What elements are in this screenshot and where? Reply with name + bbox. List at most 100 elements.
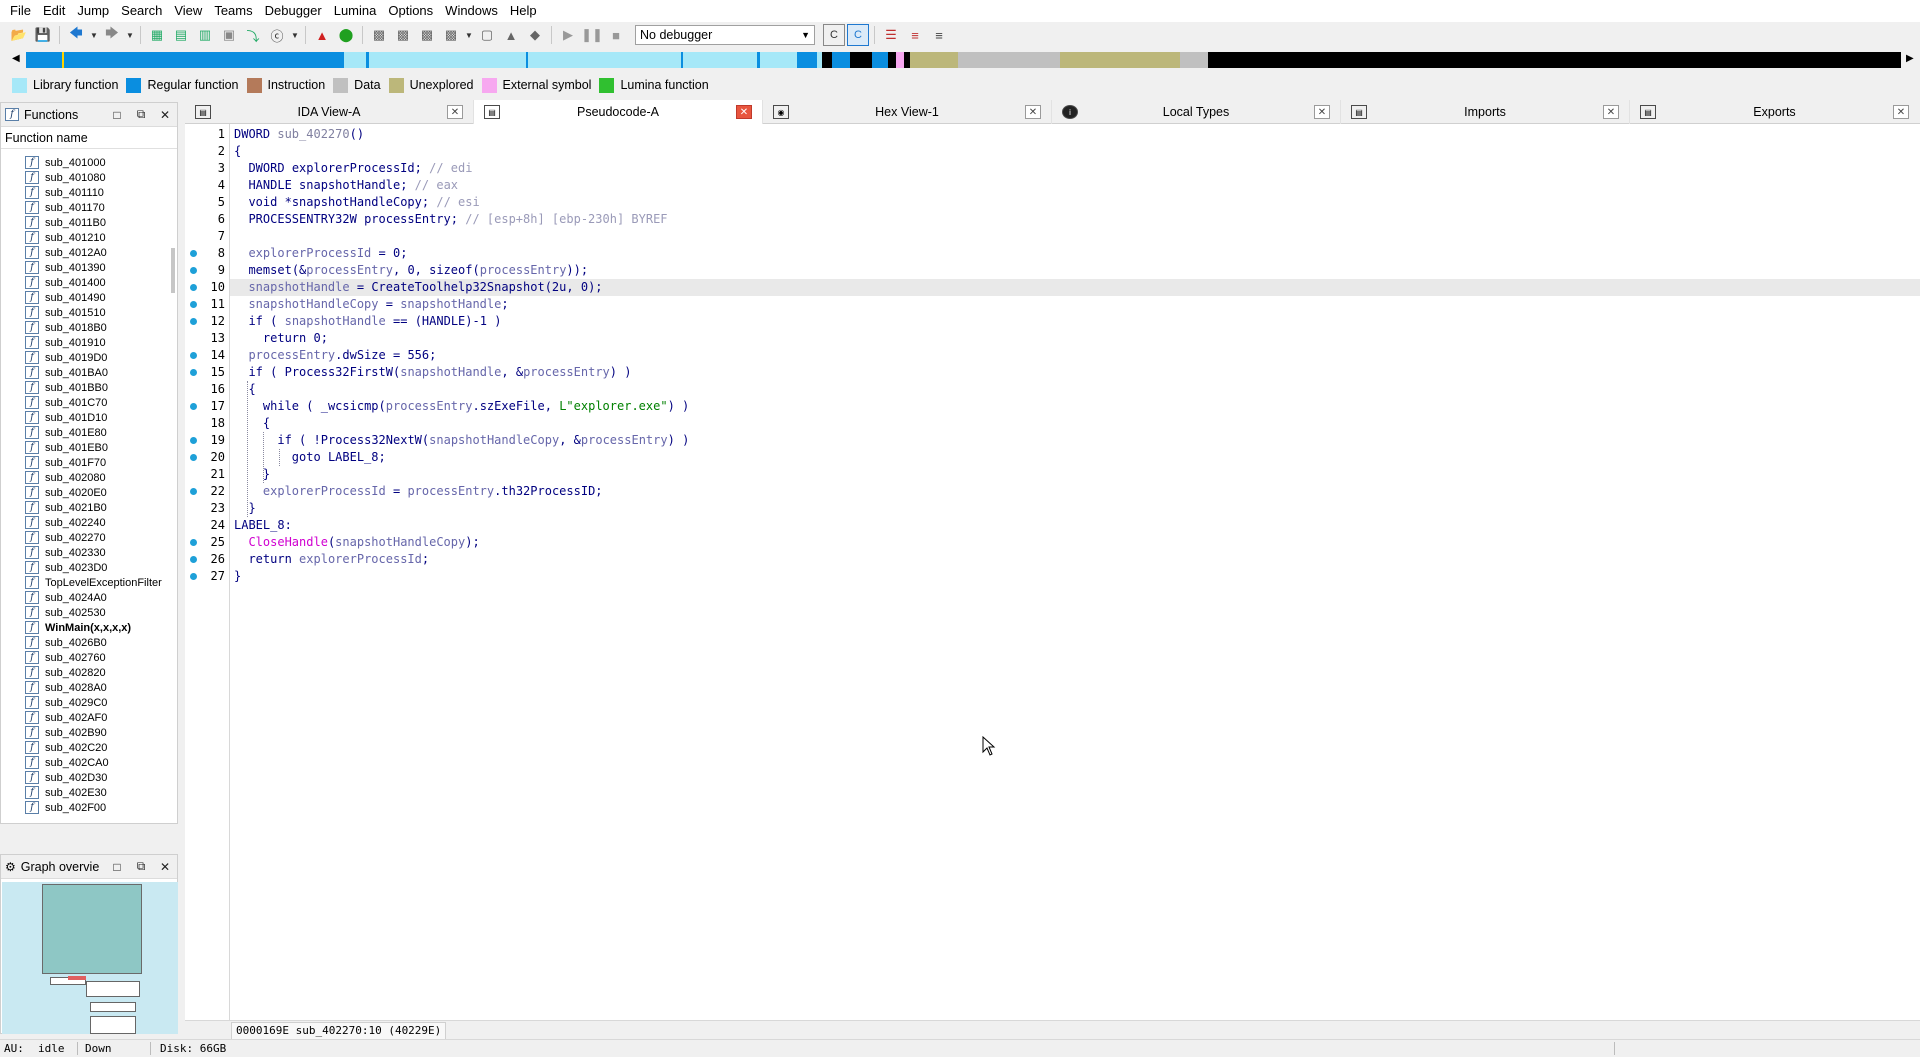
pause-icon[interactable]: ❚❚ bbox=[581, 24, 603, 46]
breakpoint-dot-icon[interactable] bbox=[190, 488, 197, 495]
code-line[interactable]: if ( !Process32NextW(snapshotHandleCopy,… bbox=[230, 432, 1920, 449]
tab-ida-view[interactable]: ▤ IDA View-A ✕ bbox=[185, 100, 474, 124]
open-icon[interactable]: 📂 bbox=[8, 24, 30, 46]
function-list-item[interactable]: f sub_401210 bbox=[1, 230, 177, 245]
close-icon[interactable]: ✕ bbox=[736, 105, 752, 119]
nav-right-arrow-icon[interactable]: ▶ bbox=[1906, 53, 1914, 64]
function-list-item[interactable]: f sub_402240 bbox=[1, 515, 177, 530]
code-line[interactable]: snapshotHandle = CreateToolhelp32Snapsho… bbox=[230, 279, 1920, 296]
data-icon[interactable]: ▥ bbox=[194, 24, 216, 46]
close-icon[interactable]: ✕ bbox=[1314, 105, 1330, 119]
graph-overview-canvas[interactable] bbox=[2, 882, 178, 1034]
breakpoint-dot-icon[interactable] bbox=[190, 318, 197, 325]
jump-icon[interactable]: ⤵ bbox=[242, 24, 264, 46]
binary-icon[interactable]: ▦ bbox=[146, 24, 168, 46]
graph-viewport[interactable] bbox=[42, 884, 142, 974]
function-list-item[interactable]: f sub_401910 bbox=[1, 335, 177, 350]
graph-dropdown-icon[interactable]: ▼ bbox=[464, 24, 474, 46]
breakpoint-dot-icon[interactable] bbox=[190, 301, 197, 308]
code-line[interactable]: memset(&processEntry, 0, sizeof(processE… bbox=[230, 262, 1920, 279]
function-list-item[interactable]: f sub_4023D0 bbox=[1, 560, 177, 575]
code-line[interactable]: { bbox=[230, 143, 1920, 160]
code-line[interactable]: explorerProcessId = processEntry.th32Pro… bbox=[230, 483, 1920, 500]
code-line[interactable]: } bbox=[230, 466, 1920, 483]
code-line[interactable]: HANDLE snapshotHandle; // eax bbox=[230, 177, 1920, 194]
function-list-item[interactable]: f sub_4018B0 bbox=[1, 320, 177, 335]
menu-teams[interactable]: Teams bbox=[208, 0, 258, 22]
function-list-item[interactable]: f sub_4029C0 bbox=[1, 695, 177, 710]
code-line[interactable]: CloseHandle(snapshotHandleCopy); bbox=[230, 534, 1920, 551]
breakpoint-dot-icon[interactable] bbox=[190, 403, 197, 410]
breakpoint-dot-icon[interactable] bbox=[190, 250, 197, 257]
function-list-item[interactable]: f sub_402CA0 bbox=[1, 755, 177, 770]
function-list-item[interactable]: f sub_4012A0 bbox=[1, 245, 177, 260]
code-icon[interactable]: ▤ bbox=[170, 24, 192, 46]
function-list-item[interactable]: f sub_4026B0 bbox=[1, 635, 177, 650]
forward-dropdown-icon[interactable]: ▼ bbox=[125, 24, 135, 46]
function-list-item[interactable]: f sub_401390 bbox=[1, 260, 177, 275]
close-icon[interactable]: ✕ bbox=[153, 860, 177, 874]
code-line[interactable] bbox=[230, 228, 1920, 245]
graph-icon-3[interactable]: ▩ bbox=[416, 24, 438, 46]
frame-icon[interactable]: ▢ bbox=[476, 24, 498, 46]
function-name-column-header[interactable]: Function name bbox=[1, 127, 177, 149]
maximize-icon[interactable]: □ bbox=[105, 108, 129, 122]
code-line[interactable]: snapshotHandleCopy = snapshotHandle; bbox=[230, 296, 1920, 313]
list-icon[interactable]: ☰ bbox=[880, 24, 902, 46]
nav-left-arrow-icon[interactable]: ◀ bbox=[12, 53, 20, 64]
code-line[interactable]: if ( snapshotHandle == (HANDLE)-1 ) bbox=[230, 313, 1920, 330]
tab-hex-view[interactable]: ◉ Hex View-1 ✕ bbox=[763, 100, 1052, 124]
code-line[interactable]: goto LABEL_8; bbox=[230, 449, 1920, 466]
diamond-icon[interactable]: ◆ bbox=[524, 24, 546, 46]
function-list-item[interactable]: f sub_402C20 bbox=[1, 740, 177, 755]
menu-debugger[interactable]: Debugger bbox=[259, 0, 328, 22]
function-list-item[interactable]: f sub_401110 bbox=[1, 185, 177, 200]
function-list-item[interactable]: f sub_4021B0 bbox=[1, 500, 177, 515]
breakpoint-dot-icon[interactable] bbox=[190, 267, 197, 274]
function-list-item[interactable]: f sub_4019D0 bbox=[1, 350, 177, 365]
close-icon[interactable]: ✕ bbox=[447, 105, 463, 119]
menu-options[interactable]: Options bbox=[382, 0, 439, 22]
function-list-item[interactable]: f sub_401400 bbox=[1, 275, 177, 290]
function-list-item[interactable]: f sub_4024A0 bbox=[1, 590, 177, 605]
code-line[interactable]: return 0; bbox=[230, 330, 1920, 347]
menu-view[interactable]: View bbox=[168, 0, 208, 22]
menu-windows[interactable]: Windows bbox=[439, 0, 504, 22]
breakpoint-dot-icon[interactable] bbox=[190, 352, 197, 359]
breakpoint-dot-icon[interactable] bbox=[190, 573, 197, 580]
text-icon[interactable]: ⓒ bbox=[266, 24, 288, 46]
back-icon[interactable]: 🡄 bbox=[65, 24, 87, 46]
tab-imports[interactable]: ▤ Imports ✕ bbox=[1341, 100, 1630, 124]
function-list-item[interactable]: f sub_4011B0 bbox=[1, 215, 177, 230]
code-line[interactable]: } bbox=[230, 568, 1920, 585]
function-list-item[interactable]: f sub_401BB0 bbox=[1, 380, 177, 395]
float-icon[interactable]: ⧉ bbox=[129, 859, 153, 874]
list-indent-icon[interactable]: ≡ bbox=[928, 24, 950, 46]
function-list-item[interactable]: f sub_4020E0 bbox=[1, 485, 177, 500]
menu-lumina[interactable]: Lumina bbox=[328, 0, 383, 22]
chart-icon[interactable]: ▲ bbox=[500, 24, 522, 46]
stop-icon[interactable]: ■ bbox=[605, 24, 627, 46]
code-line[interactable]: DWORD sub_402270() bbox=[230, 126, 1920, 143]
list-red-icon[interactable]: ≡ bbox=[904, 24, 926, 46]
menu-search[interactable]: Search bbox=[115, 0, 168, 22]
function-list-item[interactable]: f sub_401490 bbox=[1, 290, 177, 305]
debugger-select[interactable]: No debugger ▼ bbox=[635, 25, 815, 45]
function-list-item[interactable]: f sub_401080 bbox=[1, 170, 177, 185]
function-list-item[interactable]: f sub_402330 bbox=[1, 545, 177, 560]
function-list-item[interactable]: f sub_402760 bbox=[1, 650, 177, 665]
breakpoint-dot-icon[interactable] bbox=[190, 437, 197, 444]
function-list-item[interactable]: f sub_402B90 bbox=[1, 725, 177, 740]
function-list-item[interactable]: f sub_401510 bbox=[1, 305, 177, 320]
code-line[interactable]: if ( Process32FirstW(snapshotHandle, &pr… bbox=[230, 364, 1920, 381]
code-line[interactable]: } bbox=[230, 500, 1920, 517]
functions-scrollbar[interactable] bbox=[171, 248, 175, 293]
graph-icon-2[interactable]: ▩ bbox=[392, 24, 414, 46]
lumina-icon[interactable]: ⬤ bbox=[335, 24, 357, 46]
close-icon[interactable]: ✕ bbox=[153, 108, 177, 122]
close-icon[interactable]: ✕ bbox=[1893, 105, 1909, 119]
save-icon[interactable]: 💾 bbox=[32, 24, 54, 46]
function-list-item[interactable]: f WinMain(x,x,x,x) bbox=[1, 620, 177, 635]
code-line[interactable]: void *snapshotHandleCopy; // esi bbox=[230, 194, 1920, 211]
function-list-item[interactable]: f sub_401D10 bbox=[1, 410, 177, 425]
